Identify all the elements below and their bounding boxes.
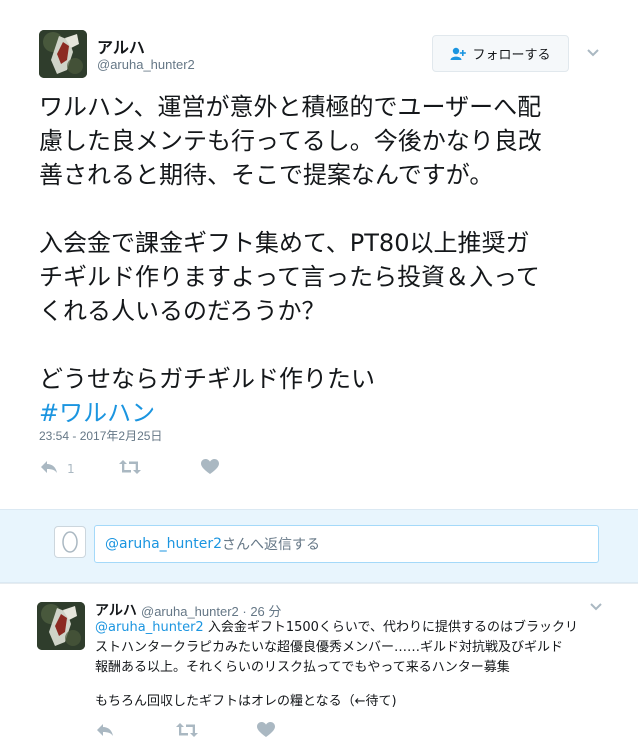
reply-display-name[interactable]: アルハ (95, 600, 137, 620)
reply-tweet-card[interactable]: アルハ @aruha_hunter2 · 26 分 @aruha_hunter2… (0, 583, 638, 745)
tweet-timestamp[interactable]: 23:54 - 2017年2月25日 (39, 427, 162, 444)
retweet-icon (176, 722, 198, 741)
reply-line-text: 入会金ギフト1500くらいで、代わりに提供するのはブラックリ (203, 620, 578, 635)
tweet-text: ワルハン、運営が意外と積極的でユーザーへ配 慮した良メンテも行ってるし。今後かな… (39, 90, 599, 430)
tweet-card: アルハ @aruha_hunter2 フォローする ワルハン、運営が意外と積極的… (0, 0, 638, 509)
add-user-icon (450, 47, 467, 61)
reply-reply-button[interactable] (95, 722, 115, 741)
retweet-button[interactable] (119, 459, 141, 478)
reply-mention: @aruha_hunter2 (105, 536, 223, 552)
follow-button[interactable]: フォローする (432, 35, 569, 72)
reply-icon (39, 459, 59, 478)
tweet-paragraph: 入会金で課金ギフト集めて、PT80以上推奨ガ チギルド作りますよって言ったら投資… (39, 226, 599, 328)
heart-icon (201, 459, 219, 478)
reply-composer: @aruha_hunter2 さんへ返信する (0, 509, 638, 583)
tweet-line: 入会金で課金ギフト集めて、PT80以上推奨ガ (39, 229, 530, 257)
reply-icon (95, 722, 115, 741)
default-avatar (54, 526, 86, 558)
user-avatar[interactable] (39, 30, 87, 78)
screen-name[interactable]: @aruha_hunter2 (97, 57, 195, 72)
reply-input[interactable]: @aruha_hunter2 さんへ返信する (94, 525, 599, 563)
reply-placeholder: さんへ返信する (222, 537, 321, 553)
reply-line: 報酬ある以上。それくらいのリスク払ってでもやって来るハンター募集 (95, 660, 510, 675)
reply-text-mention[interactable]: @aruha_hunter2 (95, 620, 204, 635)
tweet-line: チギルド作りますよって言ったら投資＆入って (39, 263, 540, 291)
follow-label: フォローする (472, 48, 551, 63)
tweet-line: 善されると期待、そこで提案なんですが。 (39, 161, 494, 189)
tweet-line: ワルハン、運営が意外と積極的でユーザーへ配 (39, 93, 542, 121)
tweet-line: くれる人いるのだろうか？ (39, 297, 326, 325)
tweet-line: 慮した良メンテも行ってるし。今後かなり良改 (39, 127, 542, 155)
reply-line: もちろん回収したギフトはオレの糧となる（←待て) (95, 694, 397, 709)
reply-count: 1 (67, 461, 75, 476)
tweet-line: どうせならガチギルド作りたい (39, 365, 375, 393)
tweet-paragraph: どうせならガチギルド作りたい #ワルハン (39, 362, 599, 430)
heart-icon (257, 722, 275, 741)
tweet-paragraph: ワルハン、運営が意外と積極的でユーザーへ配 慮した良メンテも行ってるし。今後かな… (39, 90, 599, 192)
reply-text: @aruha_hunter2 入会金ギフト1500くらいで、代わりに提供するのは… (95, 618, 610, 712)
reply-line: @aruha_hunter2 入会金ギフト1500くらいで、代わりに提供するのは… (95, 618, 610, 638)
like-button[interactable] (201, 459, 219, 478)
reply-button[interactable]: 1 (39, 459, 75, 478)
chevron-down-icon[interactable] (588, 599, 604, 615)
reply-line: ストハンタークラピカみたいな超優良優秀メンバー……ギルド対抗戦及びギルド (95, 640, 564, 655)
reply-like-button[interactable] (257, 722, 275, 741)
hashtag-link[interactable]: #ワルハン (39, 399, 155, 427)
reply-retweet-button[interactable] (176, 722, 198, 741)
reply-user-avatar[interactable] (37, 602, 85, 650)
chevron-down-icon[interactable] (585, 45, 601, 61)
display-name[interactable]: アルハ (97, 34, 145, 58)
retweet-icon (119, 459, 141, 478)
